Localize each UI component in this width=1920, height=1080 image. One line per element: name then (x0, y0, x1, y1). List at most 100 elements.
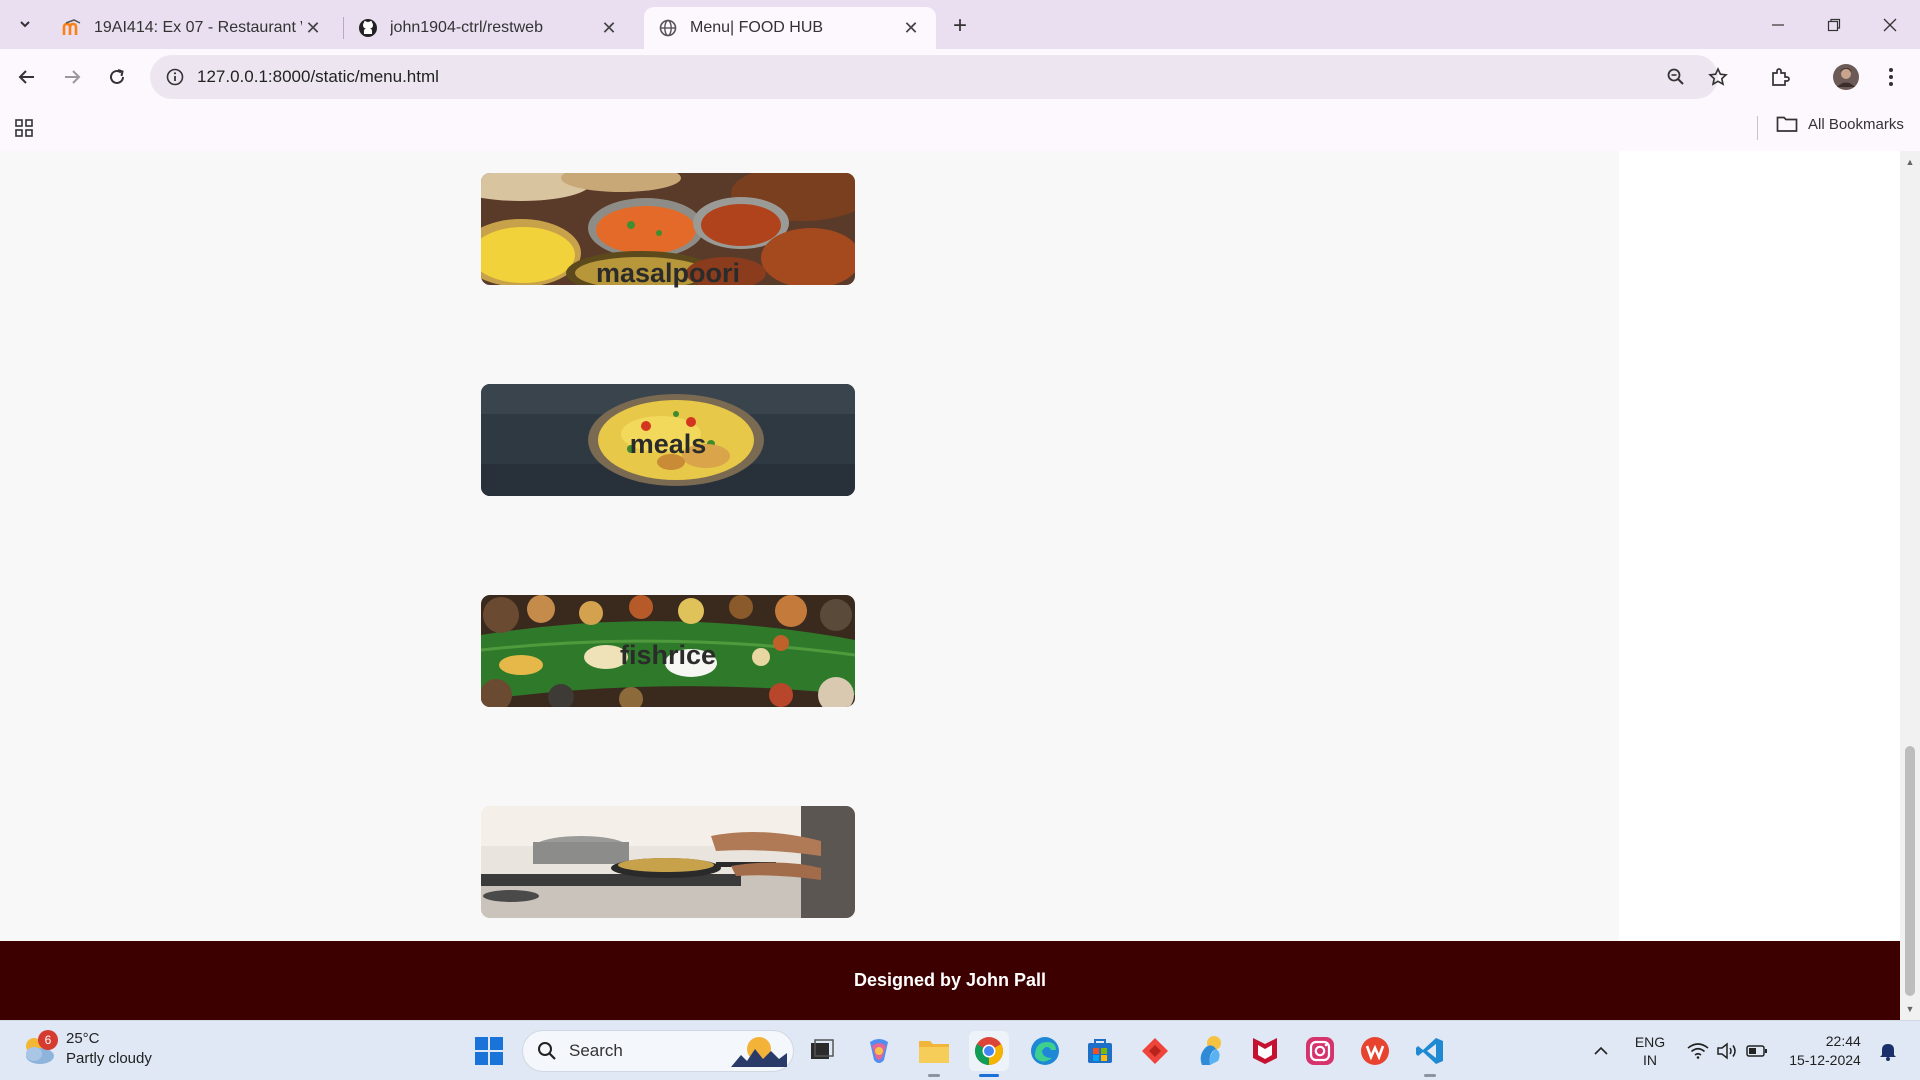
tab-github[interactable]: john1904-ctrl/restweb ✕ (344, 7, 634, 49)
back-button[interactable] (9, 59, 45, 95)
menu-item-title: meals (629, 429, 707, 459)
apps-grid-icon (15, 119, 33, 137)
weather-alert-badge: 6 (38, 1030, 58, 1050)
search-highlight-icon (731, 1037, 787, 1067)
taskbar-search-box[interactable]: Search (522, 1030, 794, 1072)
shield-icon (1253, 1038, 1277, 1064)
puzzle-icon (1772, 68, 1790, 86)
search-icon (538, 1042, 556, 1060)
reload-icon (110, 69, 124, 84)
apps-button[interactable] (6, 110, 42, 146)
folder-icon (1776, 116, 1798, 132)
vscode-button[interactable] (1410, 1031, 1450, 1077)
wps-office-button[interactable] (1355, 1031, 1395, 1071)
minimize-button[interactable] (1750, 0, 1806, 49)
more-vertical-icon (1889, 68, 1893, 86)
arrow-left-icon (18, 70, 34, 84)
side-panel (1619, 151, 1900, 941)
all-bookmarks-button[interactable]: All Bookmarks (1776, 115, 1904, 133)
chrome-button[interactable] (969, 1031, 1009, 1077)
weather-widget[interactable]: 6 25°C Partly cloudy (20, 1029, 152, 1069)
scrollbar-thumb[interactable] (1905, 746, 1915, 996)
page-scrollbar[interactable]: ▲ ▼ (1900, 151, 1920, 1020)
language-indicator[interactable]: ENG IN (1625, 1021, 1675, 1080)
running-indicator (928, 1074, 940, 1077)
taskbar-search-label: Search (569, 1041, 623, 1060)
fishrice-cooking-image (481, 806, 855, 918)
store-icon (1088, 1039, 1112, 1063)
running-indicator (1424, 1074, 1436, 1077)
copilot-button[interactable] (859, 1031, 899, 1071)
edge-icon (1031, 1037, 1059, 1065)
restore-button[interactable] (1806, 0, 1862, 49)
file-explorer-button[interactable] (914, 1031, 954, 1077)
page-footer: Designed by John Pall (0, 941, 1900, 1020)
github-icon (358, 18, 378, 38)
folder-icon (919, 1041, 949, 1063)
weather-condition: Partly cloudy (66, 1050, 152, 1067)
microsoft-store-button[interactable] (1080, 1031, 1120, 1071)
profile-avatar[interactable] (1828, 59, 1864, 95)
show-hidden-icons-button[interactable] (1585, 1021, 1617, 1080)
scroll-up-icon[interactable]: ▲ (1903, 155, 1917, 169)
diamond-app-icon (1142, 1038, 1168, 1064)
tab-title: john1904-ctrl/restweb (390, 19, 543, 36)
notifications-bell-icon[interactable] (1873, 1021, 1903, 1080)
clock-time: 22:44 (1825, 1033, 1861, 1049)
reload-button[interactable] (99, 59, 135, 95)
minimize-icon (1772, 23, 1784, 26)
weather-app-icon (1200, 1036, 1221, 1065)
page-viewport: masalpoori meals fishrice Designed by Jo… (0, 151, 1900, 1020)
all-bookmarks-label: All Bookmarks (1808, 115, 1904, 133)
battery-icon[interactable] (1744, 1021, 1770, 1080)
chrome-icon (975, 1037, 1003, 1065)
tab-moodle[interactable]: 19AI414: Ex 07 - Restaurant We ✕ (48, 7, 338, 49)
tab-search-button[interactable] (10, 9, 40, 39)
tab-title: 19AI414: Ex 07 - Restaurant We (94, 19, 302, 36)
address-bar[interactable]: 127.0.0.1:8000/static/menu.html (150, 55, 1728, 99)
close-icon[interactable]: ✕ (302, 17, 324, 39)
bookmark-star-icon[interactable] (1705, 64, 1731, 90)
avatar-icon (1833, 64, 1859, 90)
tab-title: Menu| FOOD HUB (690, 19, 824, 36)
clock-date: 15-12-2024 (1789, 1052, 1861, 1068)
close-window-button[interactable] (1862, 0, 1918, 49)
volume-icon[interactable] (1714, 1021, 1740, 1080)
site-info-icon[interactable] (162, 64, 188, 90)
copilot-icon (870, 1039, 888, 1063)
wps-icon (1361, 1037, 1389, 1065)
bookmarks-bar: All Bookmarks (0, 105, 1920, 151)
close-icon[interactable]: ✕ (900, 17, 922, 39)
weather-temperature: 25°C (66, 1030, 100, 1047)
mcafee-button[interactable] (1245, 1031, 1285, 1071)
instagram-button[interactable] (1300, 1031, 1340, 1071)
globe-icon (658, 18, 678, 38)
tab-food-hub-menu[interactable]: Menu| FOOD HUB ✕ (644, 7, 936, 49)
url-text: 127.0.0.1:8000/static/menu.html (197, 67, 439, 86)
zoom-icon[interactable] (1663, 64, 1689, 90)
new-tab-button[interactable]: + (944, 10, 976, 42)
menu-item-title: fishrice (619, 640, 717, 670)
close-icon (1883, 18, 1897, 31)
close-icon[interactable]: ✕ (598, 17, 620, 39)
restore-icon (1827, 18, 1841, 31)
arrow-right-icon (65, 70, 81, 84)
partly-cloudy-icon: 6 (20, 1030, 58, 1066)
task-view-button[interactable] (802, 1031, 842, 1071)
start-button[interactable] (469, 1031, 509, 1071)
anydesk-button[interactable] (1135, 1031, 1175, 1071)
vscode-icon (1416, 1038, 1443, 1064)
weather-app-button[interactable] (1190, 1031, 1230, 1071)
wifi-icon[interactable] (1685, 1021, 1711, 1080)
edge-button[interactable] (1025, 1031, 1065, 1071)
menu-item-title: masalpoori (595, 258, 741, 288)
footer-credit: Designed by John Pall (853, 970, 1047, 990)
instagram-icon (1306, 1037, 1334, 1065)
scroll-down-icon[interactable]: ▼ (1903, 1002, 1917, 1016)
browser-menu-button[interactable] (1873, 59, 1909, 95)
forward-button[interactable] (54, 59, 90, 95)
clock[interactable]: 22:44 15-12-2024 (1782, 1021, 1868, 1080)
extensions-button[interactable] (1762, 59, 1798, 95)
moodle-icon (62, 18, 82, 38)
task-view-icon (811, 1039, 834, 1059)
